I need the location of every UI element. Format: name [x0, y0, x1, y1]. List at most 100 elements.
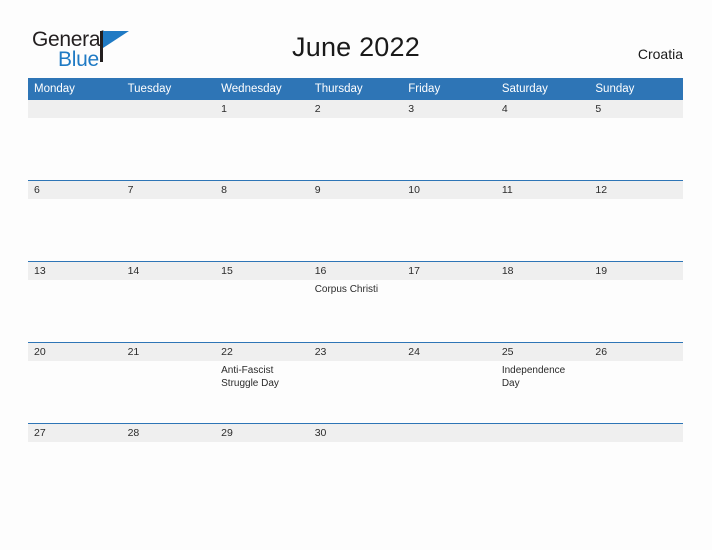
calendar-day-cell[interactable]: 17 [402, 261, 496, 343]
page-title: June 2022 [292, 32, 420, 62]
day-box: 17 [402, 262, 496, 342]
calendar-day-cell[interactable]: 3 [402, 100, 496, 181]
calendar-day-cell[interactable]: 11 [495, 180, 590, 262]
calendar-day-cell[interactable]: 6 [28, 180, 122, 262]
calendar-day-cell[interactable]: 25 Independence Day [495, 342, 590, 424]
calendar-day-cell[interactable]: 15 [215, 261, 309, 343]
day-box: 20 [28, 343, 122, 423]
day-box: 26 [589, 343, 683, 423]
day-number: 6 [28, 181, 122, 199]
day-box: 10 [402, 181, 496, 261]
calendar-empty-cell [495, 423, 590, 504]
day-number: 19 [589, 262, 683, 280]
day-number: 14 [121, 262, 216, 280]
calendar-day-cell[interactable]: 24 [402, 342, 496, 424]
day-number: 13 [28, 262, 122, 280]
calendar-day-cell[interactable]: 28 [121, 423, 216, 504]
calendar-day-cell[interactable]: 14 [121, 261, 216, 343]
day-box: 28 [121, 424, 216, 504]
calendar-week-row: 20 21 22 Anti-Fascist Struggle Day 23 24 25 Inde… [28, 342, 683, 424]
day-box: 12 [589, 181, 683, 261]
calendar-page: General Blue June 2022 Croatia Monday Tu… [0, 0, 712, 550]
calendar-day-cell[interactable]: 5 [589, 100, 683, 181]
day-box: 16 Corpus Christi [308, 262, 403, 342]
calendar-day-cell[interactable]: 27 [28, 423, 122, 504]
weekday-header-tuesday: Tuesday [121, 78, 216, 100]
calendar-day-cell[interactable]: 22 Anti-Fascist Struggle Day [215, 342, 309, 424]
calendar-day-cell[interactable]: 10 [402, 180, 496, 262]
weekday-header-wednesday: Wednesday [215, 78, 309, 100]
country-label: Croatia [637, 46, 683, 62]
day-number: 2 [308, 100, 403, 118]
calendar-day-cell[interactable]: 26 [589, 342, 683, 424]
calendar-day-cell[interactable]: 30 [308, 423, 403, 504]
calendar-day-cell[interactable]: 29 [215, 423, 309, 504]
weekday-header-saturday: Saturday [495, 78, 590, 100]
weekday-header-monday: Monday [28, 78, 122, 100]
day-number: 3 [402, 100, 496, 118]
day-box: 2 [308, 100, 403, 180]
weekday-header-sunday: Sunday [589, 78, 683, 100]
calendar-day-cell[interactable]: 19 [589, 261, 683, 343]
day-box: 14 [121, 262, 216, 342]
day-box: 3 [402, 100, 496, 180]
day-box: 4 [495, 100, 590, 180]
day-box [121, 100, 216, 180]
weekday-header-thursday: Thursday [308, 78, 403, 100]
day-number: 25 [495, 343, 590, 361]
calendar-empty-cell [28, 100, 122, 181]
calendar-day-cell[interactable]: 12 [589, 180, 683, 262]
day-box: 18 [495, 262, 590, 342]
day-number: 18 [495, 262, 590, 280]
calendar-day-cell[interactable]: 20 [28, 342, 122, 424]
calendar-day-cell[interactable]: 1 [215, 100, 309, 181]
day-box: 23 [308, 343, 403, 423]
holiday-label: Independence Day [501, 365, 566, 389]
calendar-day-cell[interactable]: 21 [121, 342, 216, 424]
calendar-table: Monday Tuesday Wednesday Thursday Friday… [28, 78, 683, 504]
calendar-day-cell[interactable]: 18 [495, 261, 590, 343]
calendar-empty-cell [402, 423, 496, 504]
day-box: 25 Independence Day [495, 343, 590, 423]
day-box: 22 Anti-Fascist Struggle Day [215, 343, 309, 423]
calendar-day-cell[interactable]: 7 [121, 180, 216, 262]
day-number: 5 [589, 100, 683, 118]
day-box: 1 [215, 100, 309, 180]
calendar-day-cell[interactable]: 2 [308, 100, 403, 181]
day-number: 30 [308, 424, 403, 442]
day-number: 27 [28, 424, 122, 442]
day-number: 10 [402, 181, 496, 199]
day-number [121, 100, 216, 118]
day-number: 22 [215, 343, 309, 361]
day-box: 5 [589, 100, 683, 180]
day-number: 1 [215, 100, 309, 118]
calendar-day-cell[interactable]: 23 [308, 342, 403, 424]
day-box: 30 [308, 424, 403, 504]
day-number: 24 [402, 343, 496, 361]
day-box [589, 424, 683, 504]
day-number: 20 [28, 343, 122, 361]
day-events: Independence Day [496, 361, 590, 390]
calendar-day-cell[interactable]: 9 [308, 180, 403, 262]
weekday-header-row: Monday Tuesday Wednesday Thursday Friday… [28, 78, 683, 100]
day-number [495, 424, 590, 442]
day-box: 8 [215, 181, 309, 261]
day-box: 29 [215, 424, 309, 504]
calendar-week-row: 12345 [28, 100, 683, 181]
day-box [28, 100, 122, 180]
day-box: 19 [589, 262, 683, 342]
calendar-day-cell[interactable]: 4 [495, 100, 590, 181]
day-number: 23 [308, 343, 403, 361]
day-box [402, 424, 496, 504]
day-box: 15 [215, 262, 309, 342]
day-box: 11 [495, 181, 590, 261]
calendar-body: 1 2 3 4 5 6 7 8 9 10 11 12 13 14 15 16 Corpus Christi 17 1… [28, 100, 683, 504]
day-number: 26 [589, 343, 683, 361]
day-box: 24 [402, 343, 496, 423]
day-box: 27 [28, 424, 122, 504]
calendar-day-cell[interactable]: 16 Corpus Christi [308, 261, 403, 343]
calendar-empty-cell [121, 100, 216, 181]
calendar-day-cell[interactable]: 13 [28, 261, 122, 343]
holiday-label: Corpus Christi [314, 284, 379, 295]
calendar-day-cell[interactable]: 8 [215, 180, 309, 262]
